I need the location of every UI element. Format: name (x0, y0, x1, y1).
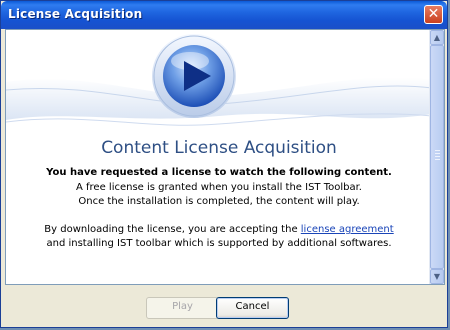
thumb-grip (435, 150, 440, 151)
scroll-thumb[interactable] (430, 45, 444, 269)
scroll-up-button[interactable]: ▲ (430, 30, 444, 45)
scroll-down-button[interactable]: ▼ (430, 269, 444, 284)
chevron-up-icon: ▲ (433, 33, 441, 42)
page-title: Content License Acquisition (101, 138, 337, 158)
toolbar-disclaimer: and installing IST toolbar which is supp… (46, 238, 392, 249)
install-info: Once the installation is completed, the … (78, 196, 360, 207)
request-notice: You have requested a license to watch th… (46, 167, 392, 178)
vertical-scrollbar[interactable]: ▲ ▼ (429, 30, 444, 284)
cancel-button[interactable]: Cancel (216, 297, 289, 319)
license-acquisition-window: License Acquisition ✕ Content License Ac… (0, 0, 448, 328)
content-panel: Content License Acquisition You have req… (5, 29, 445, 285)
close-icon: ✕ (427, 6, 440, 22)
hero-banner (6, 30, 432, 138)
title-bar[interactable]: License Acquisition ✕ (1, 1, 447, 29)
play-button[interactable]: Play (146, 297, 219, 319)
thumb-grip (435, 153, 440, 154)
play-orb-icon (152, 34, 236, 118)
thumb-grip (435, 159, 440, 160)
chevron-down-icon: ▼ (433, 272, 441, 281)
close-button[interactable]: ✕ (424, 5, 443, 24)
agreement-prefix: By downloading the license, you are acce… (44, 224, 301, 235)
agreement-line: By downloading the license, you are acce… (6, 224, 432, 235)
window-title: License Acquisition (8, 7, 143, 21)
license-agreement-link[interactable]: license agreement (301, 224, 394, 235)
license-info: A free license is granted when you insta… (76, 182, 362, 193)
thumb-grip (435, 156, 440, 157)
